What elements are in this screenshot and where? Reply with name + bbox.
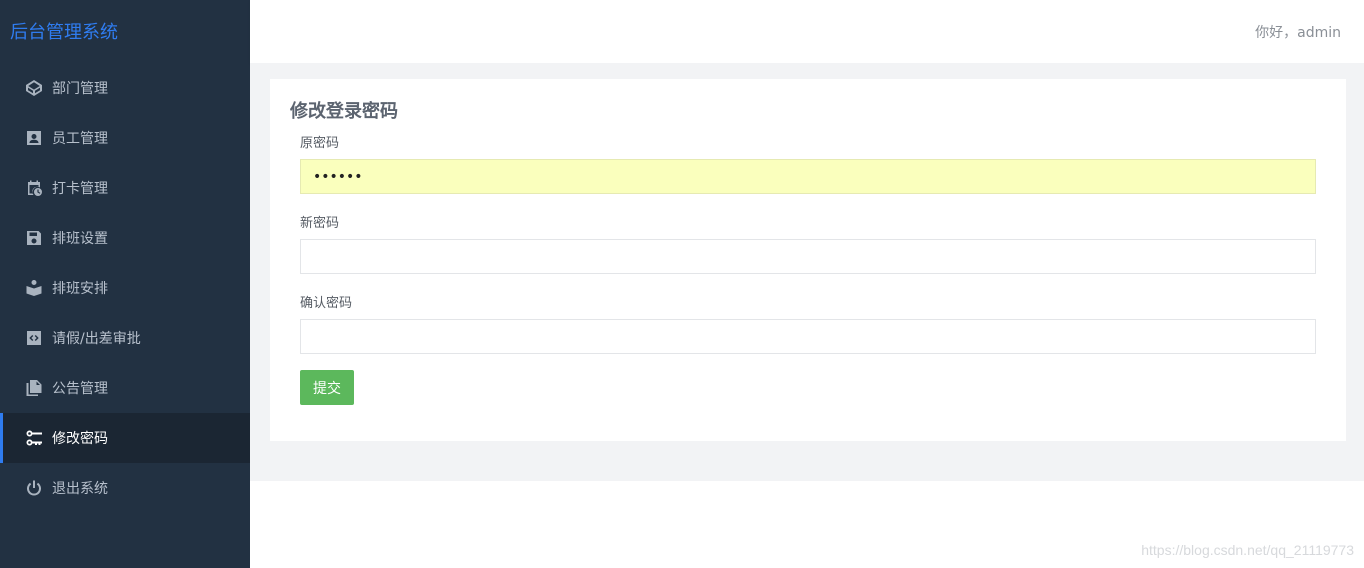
sidebar-item-approval[interactable]: 请假/出差审批 [0, 313, 250, 363]
sidebar-nav: 部门管理 员工管理 打卡管理 排班设置 排班安排 请假/出差审批 公告管理 修改… [0, 63, 250, 513]
sidebar-item-label: 修改密码 [52, 431, 108, 447]
key-icon [25, 429, 43, 447]
top-header: 你好，admin [250, 0, 1364, 63]
documents-icon [25, 379, 43, 397]
calendar-clock-icon [25, 179, 43, 197]
new-password-field[interactable] [300, 239, 1316, 274]
confirm-password-label: 确认密码 [300, 296, 353, 311]
page-title: 修改登录密码 [290, 101, 398, 122]
sidebar-item-label: 公告管理 [52, 381, 108, 397]
old-password-label: 原密码 [300, 136, 340, 151]
change-password-panel: 修改登录密码 原密码 新密码 确认密码 提交 [270, 79, 1346, 441]
submit-button[interactable]: 提交 [300, 370, 354, 405]
sidebar-item-label: 请假/出差审批 [52, 331, 141, 347]
sidebar-item-logout[interactable]: 退出系统 [0, 463, 250, 513]
sidebar-item-change-password[interactable]: 修改密码 [0, 413, 250, 463]
sidebar-item-label: 员工管理 [52, 131, 108, 147]
sidebar-item-announcement[interactable]: 公告管理 [0, 363, 250, 413]
cube-icon [25, 79, 43, 97]
confirm-password-field[interactable] [300, 319, 1316, 354]
sidebar-item-label: 退出系统 [52, 481, 108, 497]
user-greeting[interactable]: 你好，admin [1255, 22, 1341, 42]
sidebar-item-schedule-settings[interactable]: 排班设置 [0, 213, 250, 263]
save-icon [25, 229, 43, 247]
app-brand[interactable]: 后台管理系统 [10, 18, 118, 44]
sidebar-item-label: 排班安排 [52, 281, 108, 297]
sidebar: 后台管理系统 部门管理 员工管理 打卡管理 排班设置 排班安排 请假/出差审批 … [0, 0, 250, 568]
sidebar-item-label: 打卡管理 [52, 181, 108, 197]
user-card-icon [25, 129, 43, 147]
new-password-label: 新密码 [300, 216, 340, 231]
sidebar-item-schedule-arrange[interactable]: 排班安排 [0, 263, 250, 313]
sidebar-item-label: 部门管理 [52, 81, 108, 97]
reader-icon [25, 279, 43, 297]
sidebar-item-label: 排班设置 [52, 231, 108, 247]
sidebar-item-department[interactable]: 部门管理 [0, 63, 250, 113]
watermark: https://blog.csdn.net/qq_21119773 [1141, 542, 1354, 558]
app-root: 后台管理系统 部门管理 员工管理 打卡管理 排班设置 排班安排 请假/出差审批 … [0, 0, 1364, 568]
sidebar-item-attendance[interactable]: 打卡管理 [0, 163, 250, 213]
power-icon [25, 479, 43, 497]
code-box-icon [25, 329, 43, 347]
sidebar-item-employee[interactable]: 员工管理 [0, 113, 250, 163]
old-password-field[interactable] [300, 159, 1316, 194]
